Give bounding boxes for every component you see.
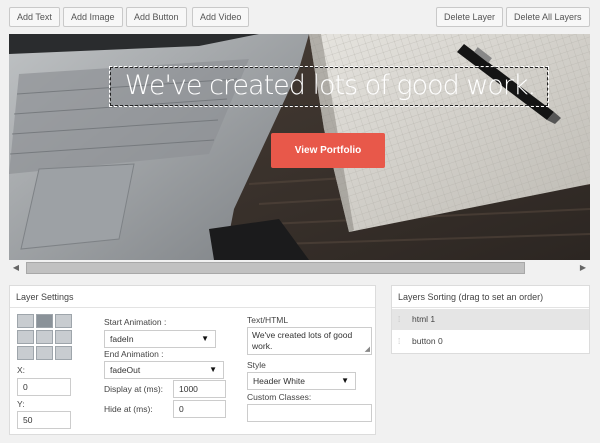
align-top-right-icon[interactable] [55, 314, 72, 328]
text-html-label: Text/HTML [247, 315, 289, 325]
add-image-button[interactable]: Add Image [63, 7, 123, 27]
style-label: Style [247, 360, 266, 370]
delete-all-layers-button[interactable]: Delete All Layers [506, 7, 590, 27]
drag-handle-icon[interactable]: ⁞ [398, 309, 400, 330]
layers-sorting-title: Layers Sorting (drag to set an order) [392, 286, 589, 308]
scroll-left-icon[interactable]: ◀ [9, 261, 23, 275]
add-button-button[interactable]: Add Button [126, 7, 187, 27]
align-middle-right-icon[interactable] [55, 330, 72, 344]
delete-layer-button[interactable]: Delete Layer [436, 7, 504, 27]
align-top-center-icon[interactable] [36, 314, 53, 328]
y-input[interactable]: 50 [17, 411, 71, 429]
view-portfolio-button[interactable]: View Portfolio [271, 133, 385, 168]
layer-item-label: html 1 [412, 314, 436, 324]
align-bottom-left-icon[interactable] [17, 346, 34, 360]
layers-sorting-panel: Layers Sorting (drag to set an order) ⁞ … [391, 285, 590, 354]
resize-handle-icon[interactable]: ◢ [365, 346, 370, 353]
custom-classes-label: Custom Classes: [247, 392, 312, 402]
horizontal-scrollbar[interactable]: ◀ ▶ [9, 261, 590, 275]
chevron-down-icon: ▼ [201, 334, 209, 343]
align-middle-left-icon[interactable] [17, 330, 34, 344]
end-animation-select[interactable]: fadeOut ▼ [104, 361, 224, 379]
end-animation-label: End Animation : [104, 349, 164, 359]
layer-settings-title: Layer Settings [10, 286, 375, 308]
scroll-right-icon[interactable]: ▶ [576, 261, 590, 275]
align-bottom-right-icon[interactable] [55, 346, 72, 360]
add-text-button[interactable]: Add Text [9, 7, 60, 27]
style-value: Header White [253, 376, 305, 386]
slide-canvas[interactable]: We've created lots of good work. View Po… [9, 34, 590, 260]
layer-item-button[interactable]: ⁞ button 0 [392, 331, 589, 352]
align-middle-center-icon[interactable] [36, 330, 53, 344]
display-at-input[interactable]: 1000 [173, 380, 226, 398]
hide-at-input[interactable]: 0 [173, 400, 226, 418]
display-at-label: Display at (ms): [104, 384, 164, 394]
start-animation-value: fadeIn [110, 334, 134, 344]
hide-at-label: Hide at (ms): [104, 404, 153, 414]
y-label: Y: [17, 399, 25, 409]
x-label: X: [17, 365, 26, 375]
start-animation-select[interactable]: fadeIn ▼ [104, 330, 216, 348]
align-bottom-center-icon[interactable] [36, 346, 53, 360]
scroll-thumb[interactable] [26, 262, 525, 274]
chevron-down-icon: ▼ [209, 365, 217, 374]
headline-layer[interactable]: We've created lots of good work. [109, 66, 549, 107]
x-input[interactable]: 0 [17, 378, 71, 396]
layer-item-label: button 0 [412, 336, 443, 346]
text-html-value: We've created lots of good work. [252, 330, 353, 351]
chevron-down-icon: ▼ [341, 376, 349, 385]
drag-handle-icon[interactable]: ⁞ [398, 331, 400, 352]
layer-item-html[interactable]: ⁞ html 1 [392, 309, 589, 330]
style-select[interactable]: Header White ▼ [247, 372, 356, 390]
start-animation-label: Start Animation : [104, 317, 167, 327]
add-video-button[interactable]: Add Video [192, 7, 250, 27]
layer-settings-panel: Layer Settings X: 0 Y: 50 Start Animatio… [9, 285, 376, 435]
custom-classes-input[interactable] [247, 404, 372, 422]
end-animation-value: fadeOut [110, 365, 141, 375]
text-html-textarea[interactable]: We've created lots of good work. ◢ [247, 327, 372, 355]
align-top-left-icon[interactable] [17, 314, 34, 328]
alignment-grid [17, 314, 74, 362]
headline-text: We've created lots of good work. [124, 70, 537, 101]
